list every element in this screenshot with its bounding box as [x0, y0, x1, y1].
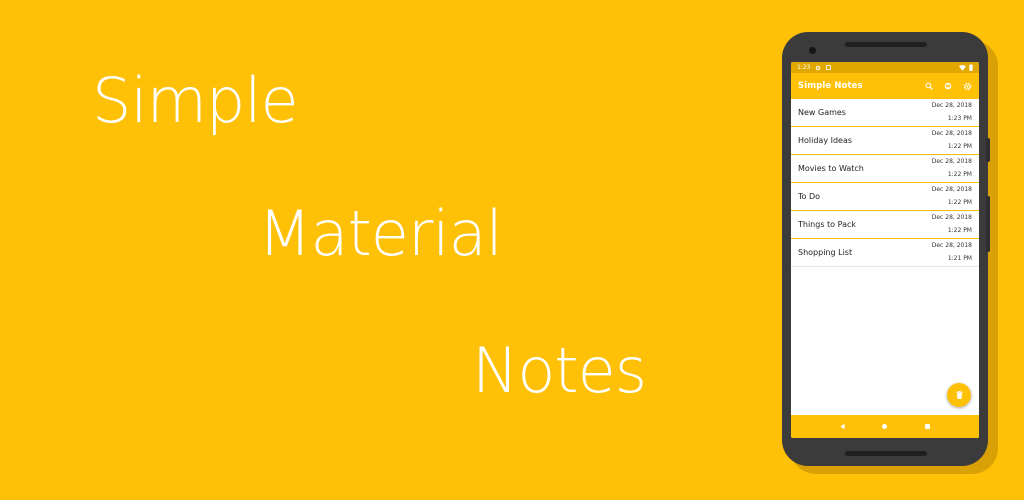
note-item-movies-to-watch[interactable]: Movies to Watch Dec 28, 2018 1:22 PM: [791, 155, 979, 183]
battery-icon: [969, 64, 973, 71]
note-item-holiday-ideas[interactable]: Holiday Ideas Dec 28, 2018 1:22 PM: [791, 127, 979, 155]
back-button[interactable]: [839, 423, 846, 430]
note-item-to-do[interactable]: To Do Dec 28, 2018 1:22 PM: [791, 183, 979, 211]
note-list: New Games Dec 28, 2018 1:23 PM Holiday I…: [791, 99, 979, 267]
note-title: Things to Pack: [798, 220, 857, 229]
note-title: Holiday Ideas: [798, 136, 853, 145]
note-time: 1:22 PM: [947, 227, 972, 234]
phone-volume-button: [986, 196, 990, 252]
system-nav-bar: [791, 415, 979, 438]
delete-fab-button[interactable]: [947, 383, 971, 407]
back-icon: [840, 423, 845, 430]
note-date: Dec 28, 2018: [931, 214, 972, 221]
search-button[interactable]: [925, 82, 933, 90]
home-icon: [882, 423, 888, 430]
headline-word-simple: Simple: [92, 64, 299, 137]
status-bar: 1:23: [791, 62, 979, 73]
note-title: New Games: [798, 108, 846, 117]
phone-top-speaker: [845, 42, 927, 47]
trash-icon: [955, 391, 963, 399]
note-title: To Do: [798, 192, 821, 201]
status-time: 1:23: [797, 64, 811, 71]
note-date: Dec 28, 2018: [931, 186, 972, 193]
note-item-shopping-list[interactable]: Shopping List Dec 28, 2018 1:21 PM: [791, 239, 979, 267]
phone-power-button: [986, 138, 990, 162]
note-date: Dec 28, 2018: [931, 158, 972, 165]
headline-word-material: Material: [258, 197, 503, 270]
note-time: 1:23 PM: [947, 115, 972, 122]
phone-bottom-speaker: [845, 451, 927, 456]
note-item-things-to-pack[interactable]: Things to Pack Dec 28, 2018 1:22 PM: [791, 211, 979, 239]
app-title: Simple Notes: [798, 81, 863, 91]
note-time: 1:22 PM: [947, 199, 972, 206]
gear-icon: [816, 65, 821, 70]
gear-icon: [963, 82, 972, 90]
app-bar: Simple Notes: [791, 73, 979, 99]
note-item-new-games[interactable]: New Games Dec 28, 2018 1:23 PM: [791, 99, 979, 127]
wifi-icon: [959, 64, 966, 71]
home-button[interactable]: [881, 423, 888, 430]
settings-button[interactable]: [963, 82, 972, 91]
square-icon: [826, 65, 832, 70]
note-title: Shopping List: [798, 248, 853, 257]
note-time: 1:22 PM: [947, 143, 972, 150]
note-title: Movies to Watch: [798, 164, 864, 173]
phone-camera: [809, 47, 816, 54]
recents-button[interactable]: [924, 423, 931, 430]
note-date: Dec 28, 2018: [931, 102, 972, 109]
phone-screen: 1:23 Simple Notes New Games Dec 28, 2018…: [791, 62, 979, 438]
sync-icon: [944, 82, 952, 90]
sync-button[interactable]: [944, 82, 952, 90]
note-time: 1:22 PM: [947, 171, 972, 178]
recents-icon: [925, 424, 931, 429]
note-time: 1:21 PM: [947, 255, 972, 262]
headline-word-notes: Notes: [472, 334, 647, 407]
search-icon: [925, 82, 933, 90]
note-date: Dec 28, 2018: [931, 130, 972, 137]
note-date: Dec 28, 2018: [931, 242, 972, 249]
